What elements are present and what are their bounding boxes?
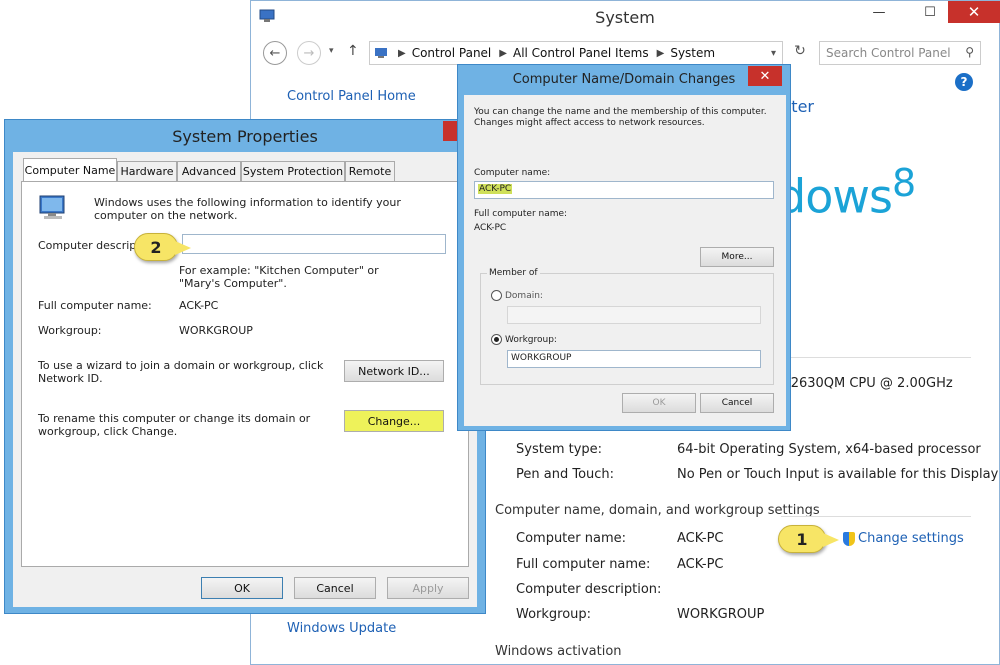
system-type-value: 64-bit Operating System, x64-based proce… (677, 442, 981, 457)
change-button[interactable]: Change... (344, 410, 444, 432)
system-properties-dialog: System Properties ✕ Computer Name Hardwa… (4, 119, 486, 614)
cancel-button[interactable]: Cancel (700, 393, 774, 413)
tab-remote[interactable]: Remote (345, 161, 395, 181)
change-settings-link[interactable]: Change settings (843, 531, 964, 546)
computer-name-value: ACK-PC (478, 184, 513, 194)
back-button[interactable]: ← (263, 41, 287, 65)
maximize-button[interactable]: ☐ (915, 1, 945, 23)
search-input[interactable]: Search Control Panel ⚲ (819, 41, 981, 65)
uac-shield-icon (843, 531, 855, 546)
domain-radio[interactable] (491, 290, 502, 301)
address-bar[interactable]: ▶ Control Panel ▶ All Control Panel Item… (369, 41, 783, 65)
computer-name-domain-dialog: Computer Name/Domain Changes ✕ You can c… (457, 64, 791, 431)
network-id-button[interactable]: Network ID... (344, 360, 444, 382)
workgroup-label: Workgroup: (38, 324, 102, 337)
tab-hardware[interactable]: Hardware (117, 161, 177, 181)
breadcrumb-control-panel[interactable]: Control Panel (412, 46, 492, 60)
computer-name-domain-body: You can change the name and the membersh… (464, 95, 786, 426)
pen-touch-value: No Pen or Touch Input is available for t… (677, 467, 999, 482)
computer-name-label: Computer name: (516, 531, 627, 546)
computer-name-value: ACK-PC (677, 531, 724, 546)
computer-name-domain-title: Computer Name/Domain Changes (512, 72, 736, 87)
domain-input[interactable] (507, 306, 761, 324)
intro-text: You can change the name and the membersh… (474, 107, 767, 128)
ok-button[interactable]: OK (201, 577, 283, 599)
more-button[interactable]: More... (700, 247, 774, 267)
control-panel-home-link[interactable]: Control Panel Home (287, 89, 416, 104)
system-titlebar: System — ☐ ✕ (251, 1, 1000, 35)
computer-description-input[interactable] (182, 234, 446, 254)
computer-name-input[interactable]: ACK-PC (474, 181, 774, 199)
member-of-group: Member of Domain: Workgroup: WORKGROUP (480, 268, 774, 385)
computer-name-label: Computer name: (474, 168, 551, 178)
breadcrumb-system[interactable]: System (670, 46, 715, 60)
system-type-label: System type: (516, 442, 603, 457)
pen-touch-label: Pen and Touch: (516, 467, 615, 482)
forward-button[interactable]: → (297, 41, 321, 65)
system-properties-title: System Properties (172, 127, 318, 146)
system-properties-body: Computer Name Hardware Advanced System P… (13, 152, 477, 607)
ok-button[interactable]: OK (622, 393, 696, 413)
recent-pages-chevron-icon[interactable]: ▾ (329, 46, 334, 56)
windows-activation-heading: Windows activation (495, 644, 622, 659)
full-computer-name-label: Full computer name: (474, 209, 568, 219)
address-dropdown-icon[interactable]: ▾ (771, 48, 776, 59)
divider (781, 357, 971, 358)
up-button[interactable]: ↑ (347, 43, 359, 59)
help-icon[interactable]: ? (955, 73, 973, 91)
control-panel-icon (375, 48, 387, 58)
chevron-right-icon: ▶ (499, 47, 507, 59)
full-computer-name-label: Full computer name: (516, 557, 651, 572)
computer-description-label: Computer description: (516, 582, 662, 597)
callout-2: 2 (134, 233, 191, 261)
computer-icon (39, 195, 65, 219)
cancel-button[interactable]: Cancel (294, 577, 376, 599)
workgroup-input[interactable]: WORKGROUP (507, 350, 761, 368)
windows-logo-number: 8 (891, 161, 916, 205)
chevron-right-icon: ▶ (398, 47, 406, 59)
breadcrumb-all-items[interactable]: All Control Panel Items (513, 46, 649, 60)
search-placeholder: Search Control Panel (826, 46, 951, 60)
member-of-label: Member of (487, 268, 540, 279)
tab-advanced[interactable]: Advanced (177, 161, 241, 181)
workgroup-label: Workgroup: (505, 335, 557, 345)
windows-logo-word: dows (777, 169, 893, 224)
example-text: For example: "Kitchen Computer" or "Mary… (179, 264, 379, 290)
divider (781, 516, 971, 517)
tab-system-protection[interactable]: System Protection (241, 161, 345, 181)
close-button[interactable]: ✕ (948, 1, 1000, 23)
close-button[interactable]: ✕ (748, 66, 782, 86)
refresh-icon[interactable]: ↻ (789, 43, 811, 63)
workgroup-value: WORKGROUP (179, 324, 253, 337)
intro-text: Windows uses the following information t… (94, 196, 401, 222)
callout-1: 1 (778, 525, 839, 553)
apply-button[interactable]: Apply (387, 577, 469, 599)
wizard-text: To use a wizard to join a domain or work… (38, 359, 324, 385)
search-icon: ⚲ (965, 45, 974, 59)
processor-value: -2630QM CPU @ 2.00GHz (786, 376, 953, 391)
full-computer-name-value: ACK-PC (677, 557, 724, 572)
windows-update-link[interactable]: Windows Update (287, 621, 396, 636)
change-settings-label: Change settings (858, 531, 964, 546)
computer-name-tab-panel: Windows uses the following information t… (21, 181, 469, 567)
tab-computer-name[interactable]: Computer Name (23, 158, 117, 182)
domain-label: Domain: (505, 291, 543, 301)
name-settings-heading: Computer name, domain, and workgroup set… (495, 503, 820, 518)
full-computer-name-value: ACK-PC (474, 223, 507, 233)
full-computer-name-value: ACK-PC (179, 299, 219, 312)
windows-logo: dows8 (777, 161, 916, 224)
workgroup-value: WORKGROUP (677, 607, 765, 622)
full-computer-name-label: Full computer name: (38, 299, 152, 312)
workgroup-label: Workgroup: (516, 607, 592, 622)
rename-text: To rename this computer or change its do… (38, 412, 311, 438)
minimize-button[interactable]: — (863, 1, 895, 23)
workgroup-radio[interactable] (491, 334, 502, 345)
navigation-bar: ← → ▾ ↑ ▶ Control Panel ▶ All Control Pa… (251, 37, 999, 67)
chevron-right-icon: ▶ (656, 47, 665, 59)
